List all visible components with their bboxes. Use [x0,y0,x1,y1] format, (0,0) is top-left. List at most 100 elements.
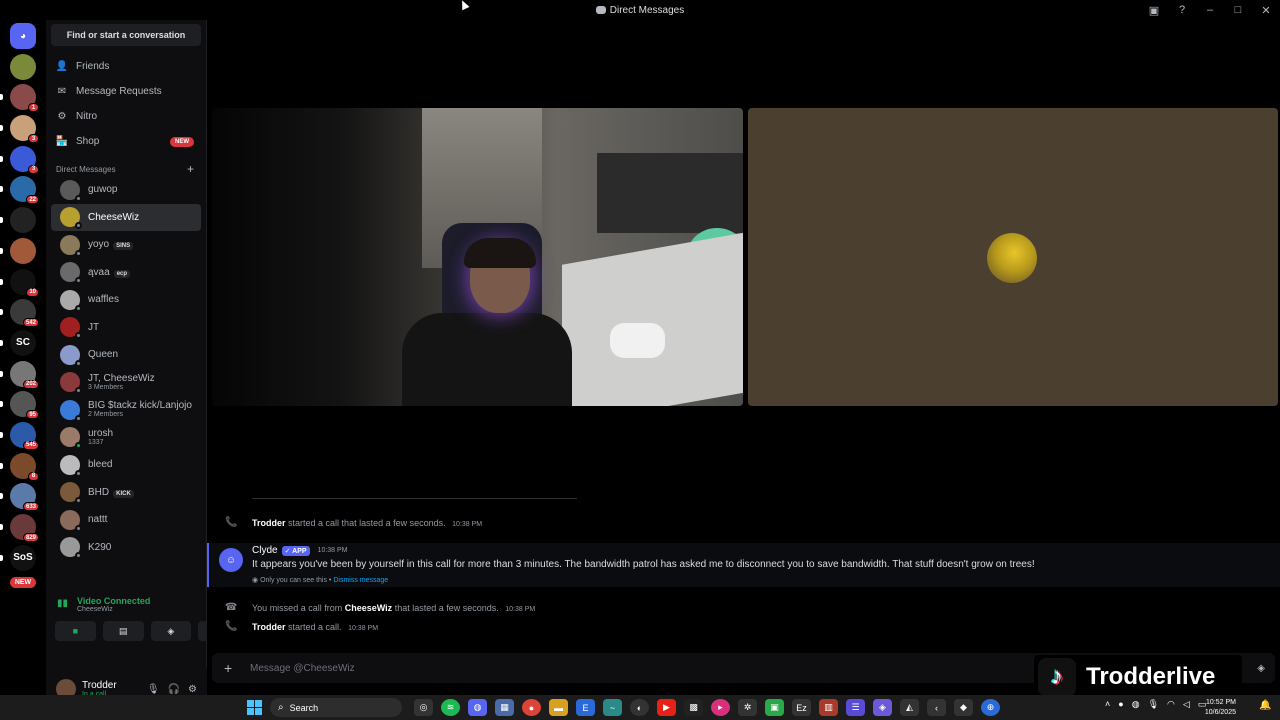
call-author[interactable]: Trodder [252,518,286,528]
app-icon[interactable]: ▸ [711,699,730,716]
server-icon-15[interactable]: 633 [0,483,39,512]
microphone-tray-icon[interactable]: 🎙 [1148,699,1159,710]
dm-item[interactable]: Queen [51,341,201,369]
app-icon[interactable]: ◈ [873,699,892,716]
dm-item[interactable]: urosh 1337 [51,424,201,452]
maximize-button[interactable]: □ [1224,4,1252,16]
app-icon[interactable]: ~ [603,699,622,716]
chrome-icon[interactable]: ● [522,699,541,716]
server-icon-6[interactable] [0,207,36,234]
dm-item[interactable]: BHD KICK [51,479,201,507]
sidebar-nav: 👤 Friends ✉ Message Requests ⚙ Nitro 🏪 Shop NEW [46,54,206,154]
app-icon[interactable]: Ez [792,699,811,716]
screen-share-button[interactable]: ▤ [102,621,144,641]
headphones-icon[interactable]: 🎧 [168,684,180,695]
sidebar-item-message-requests[interactable]: ✉ Message Requests [46,79,206,104]
app-icon[interactable]: ▩ [684,699,703,716]
sidebar-item-nitro[interactable]: ⚙ Nitro [46,104,206,129]
dm-item[interactable]: CheeseWiz [51,203,201,231]
dm-item[interactable]: nattt [51,506,201,534]
new-servers-badge[interactable]: NEW [9,575,37,589]
taskbar-clock[interactable]: 10:52 PM 10/6/2025 [1196,698,1236,718]
dm-item[interactable]: ąvaa ecp [51,259,201,287]
tray-icon[interactable]: ◍ [1132,699,1140,710]
server-icon-1[interactable] [10,53,36,80]
taskbar-search[interactable]: ⌕ Search [270,698,402,717]
folder-icon[interactable]: ▬ [549,699,568,716]
activity-button[interactable]: ◈ [150,621,192,641]
app-icon[interactable]: ⊕ [981,699,1000,716]
chevron-up-icon[interactable]: ˄ [1105,699,1110,710]
dm-item[interactable]: guwop [51,176,201,204]
windows-start-icon[interactable] [247,700,262,715]
volume-icon[interactable]: ◁ [1183,699,1190,710]
create-dm-icon[interactable]: + [187,162,194,176]
attach-plus-icon[interactable]: + [224,660,238,676]
video-tile-trodder[interactable] [212,108,743,406]
server-icon-14[interactable]: 8 [0,452,39,481]
app-icon[interactable]: ▦ [495,699,514,716]
dm-item[interactable]: BIG $tackz kick/Lanjojo 2 Members [51,396,201,424]
server-icon-9[interactable]: 542 [0,299,39,328]
discord-icon[interactable]: ◍ [468,699,487,716]
sidebar-item-shop[interactable]: 🏪 Shop NEW [46,129,206,154]
video-tile-cheesewiz[interactable] [748,108,1278,406]
dismiss-link[interactable]: Dismiss message [333,577,388,584]
app-icon[interactable]: ◐ [630,699,649,716]
dm-item[interactable]: yoyo SINS [51,231,201,259]
server-icon-8[interactable]: 10 [0,268,39,297]
app-icon[interactable]: E [576,699,595,716]
minimize-button[interactable]: – [1196,4,1224,16]
server-icon-10[interactable]: SC [0,329,36,356]
microphone-icon[interactable]: 🎙 [147,684,160,695]
spotify-icon[interactable]: ≋ [441,699,460,716]
server-icon-17[interactable]: SoS [0,544,36,571]
notification-bell-icon[interactable]: 🔔 [1259,700,1271,711]
close-button[interactable]: ✕ [1252,4,1280,17]
discord-home-button[interactable]: ◕ [10,23,36,49]
call-author[interactable]: Trodder [252,622,286,632]
app-icon[interactable]: ▣ [765,699,784,716]
app-icon[interactable]: ☰ [846,699,865,716]
gear-icon[interactable]: ⚙ [188,684,197,695]
server-icon-12[interactable]: 95 [0,391,39,420]
app-icon[interactable]: ◭ [900,699,919,716]
clyde-name[interactable]: Clyde [252,545,278,556]
server-icon-11[interactable]: 202 [0,360,39,389]
signal-icon[interactable]: ▮▮ [57,598,71,610]
message-time: 10:38 PM [452,521,483,528]
missed-author[interactable]: CheeseWiz [345,603,392,613]
clyde-avatar[interactable]: ☺ [219,548,243,572]
spotify-tray-icon[interactable]: ● [1118,699,1123,710]
server-icon-5[interactable]: 22 [0,176,39,205]
inbox-icon[interactable]: ▣ [1140,4,1168,17]
help-icon[interactable]: ? [1168,4,1196,16]
server-icon-3[interactable]: 3 [0,115,39,144]
app-icon[interactable]: ◎ [414,699,433,716]
youtube-icon[interactable]: ▶ [657,699,676,716]
gamepad-icon[interactable]: ◈ [1257,663,1265,674]
dm-item[interactable]: JT, CheeseWiz 3 Members [51,369,201,397]
server-icon-13[interactable]: 545 [0,421,39,450]
app-icon[interactable]: ◆ [954,699,973,716]
server-icon-7[interactable] [0,237,36,264]
voice-status[interactable]: Video Connected [77,596,150,606]
status-indicator [75,497,82,505]
dm-item[interactable]: JT [51,314,201,342]
app-icon[interactable]: ‹ [927,699,946,716]
server-icon-16[interactable]: 829 [0,514,39,542]
dm-item[interactable]: bleed [51,451,201,479]
server-icon-2[interactable]: 1 [0,84,39,113]
sidebar-item-friends[interactable]: 👤 Friends [46,54,206,79]
app-icon[interactable]: ✲ [738,699,757,716]
dm-item[interactable]: waffles [51,286,201,314]
app-icon[interactable]: ▥ [819,699,838,716]
unread-pill [0,339,3,346]
dm-item[interactable]: K290 [51,534,201,562]
server-icon-4[interactable]: 3 [0,145,39,174]
wifi-icon[interactable]: ◠ [1167,699,1175,710]
voice-channel[interactable]: CheeseWiz [77,606,150,613]
camera-button[interactable]: ■ [55,621,96,641]
message-input[interactable]: Message @CheeseWiz [250,663,355,674]
find-conversation-button[interactable]: Find or start a conversation [51,24,201,46]
